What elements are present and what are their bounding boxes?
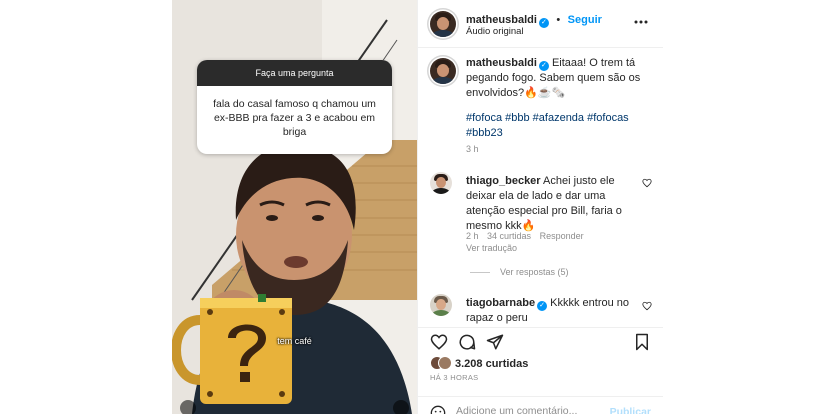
post-caption: matheusbaldi ✓ Eitaaa! O trem tá pegando … <box>466 56 651 101</box>
question-sticker: Faça uma pergunta fala do casal famoso q… <box>197 60 392 154</box>
author-avatar[interactable] <box>430 11 456 37</box>
post-panel: matheusbaldi ✓ • Seguir Áudio original ma… <box>417 0 663 414</box>
view-replies-button[interactable]: Ver respostas (5) <box>470 267 569 277</box>
audio-toggle-icon[interactable] <box>180 400 196 414</box>
follow-button[interactable]: Seguir <box>568 14 602 26</box>
post-timestamp[interactable]: HÁ 3 HORAS <box>430 373 478 382</box>
post-time[interactable]: 3 h <box>466 144 479 154</box>
comment-avatar[interactable] <box>430 294 452 316</box>
author-username[interactable]: matheusbaldi <box>466 14 537 26</box>
comment-username[interactable]: tiagobarnabe <box>466 297 535 309</box>
verified-icon: ✓ <box>538 61 549 71</box>
verified-icon: ✓ <box>538 18 549 28</box>
comment-meta: 2 h 34 curtidas Responder <box>466 231 584 241</box>
dot-separator: • <box>556 14 561 26</box>
comment-like-heart-icon[interactable] <box>642 301 652 311</box>
caption-avatar[interactable] <box>430 58 456 84</box>
replies-divider <box>470 272 490 274</box>
comment-username[interactable]: thiago_becker <box>466 175 541 187</box>
emoji-icon[interactable] <box>430 405 446 414</box>
liker-avatars <box>430 356 452 370</box>
audio-link[interactable]: Áudio original <box>466 26 524 37</box>
bookmark-icon[interactable] <box>633 333 651 351</box>
heart-icon[interactable] <box>430 333 448 351</box>
comment-avatar[interactable] <box>430 172 452 194</box>
verified-icon: ✓ <box>537 301 548 311</box>
action-bar <box>418 327 663 355</box>
hashtags-line-2[interactable]: #bbb23 <box>466 126 651 141</box>
comment-1: thiago_becker Achei justo ele deixar ela… <box>466 174 636 234</box>
comment-icon[interactable] <box>458 333 476 351</box>
reply-button[interactable]: Responder <box>540 231 584 241</box>
post-media[interactable]: Faça uma pergunta fala do casal famoso q… <box>172 0 417 414</box>
post-header: matheusbaldi ✓ • Seguir Áudio original <box>418 0 663 48</box>
tag-icon[interactable] <box>393 400 409 414</box>
likes-label: 3.208 curtidas <box>455 358 529 370</box>
more-icon[interactable] <box>633 14 649 30</box>
comment-time[interactable]: 2 h <box>466 231 479 241</box>
publish-button[interactable]: Publicar <box>610 406 651 414</box>
question-sticker-header: Faça uma pergunta <box>197 60 392 86</box>
caption-username[interactable]: matheusbaldi <box>466 57 537 69</box>
hashtags-line-1[interactable]: #fofoca #bbb #afazenda #fofocas <box>466 111 651 126</box>
share-icon[interactable] <box>486 333 504 351</box>
comment-likes[interactable]: 34 curtidas <box>487 231 531 241</box>
translate-link[interactable]: Ver tradução <box>466 243 517 253</box>
comment-composer: Publicar <box>418 396 663 414</box>
comment-2: tiagobarnabe ✓ Kkkkk entrou no rapaz o pe… <box>466 296 636 326</box>
video-caption: tem café <box>277 336 312 346</box>
comment-like-heart-icon[interactable] <box>642 178 652 188</box>
comment-input[interactable] <box>456 405 606 414</box>
question-sticker-text: fala do casal famoso q chamou um ex-BBB … <box>213 98 376 138</box>
view-replies-label: Ver respostas (5) <box>500 267 569 277</box>
likes-count[interactable]: 3.208 curtidas <box>430 356 528 370</box>
